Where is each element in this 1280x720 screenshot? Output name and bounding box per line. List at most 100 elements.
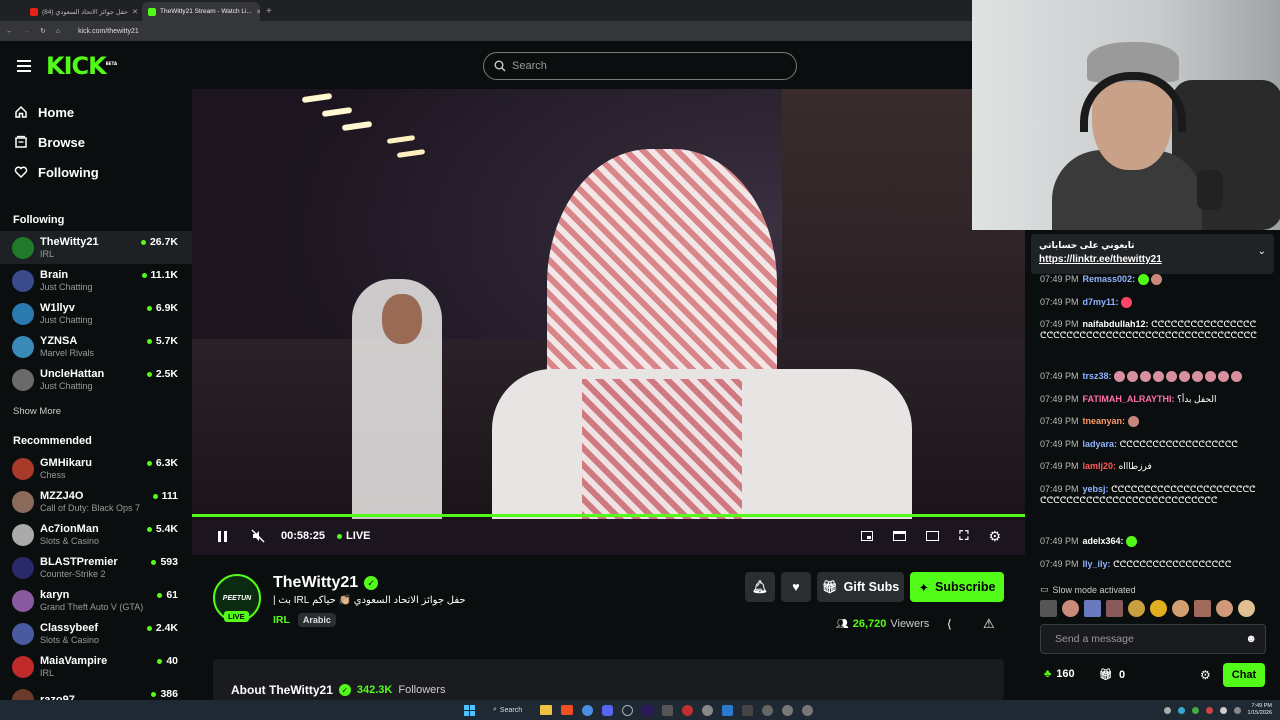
emote-icon[interactable] — [1040, 600, 1057, 617]
close-icon[interactable]: ✕ — [132, 8, 138, 16]
brave-icon[interactable] — [561, 704, 574, 715]
xbox-icon[interactable] — [662, 704, 674, 716]
sidebar-channel[interactable]: Ac7ionMan Slots & Casino 5.4K — [0, 518, 192, 551]
message-username[interactable]: naifabdullah12: — [1083, 319, 1149, 329]
message-username[interactable]: yebsj: — [1083, 484, 1109, 494]
chat-message[interactable]: 07:49 PM tneanyan: — [1040, 416, 1262, 428]
vscode-icon[interactable] — [722, 704, 734, 716]
message-username[interactable]: ladyara: — [1083, 439, 1118, 449]
tray-icon[interactable] — [1233, 706, 1241, 714]
emote-icon[interactable] — [1172, 600, 1189, 617]
chrome-icon[interactable] — [582, 704, 594, 716]
app-icon[interactable] — [762, 704, 774, 716]
browser-tab-kick[interactable]: TheWitty21 Stream - Watch Li... ✕ — [142, 2, 260, 21]
category-link[interactable]: IRL — [273, 614, 290, 626]
steam-icon[interactable] — [622, 704, 634, 716]
report-icon[interactable]: ⚠ — [983, 616, 995, 632]
subscribe-button[interactable]: ✦ Subscribe — [910, 572, 1004, 602]
sidebar-channel[interactable]: Brain Just Chatting 11.1K — [0, 264, 192, 297]
message-username[interactable]: tneanyan: — [1083, 416, 1126, 426]
tray-icon[interactable] — [1163, 706, 1171, 714]
sidebar-channel[interactable]: karyn Grand Theft Auto V (GTA) 61 — [0, 584, 192, 617]
sidebar-channel[interactable]: MaiaVampire IRL 40 — [0, 650, 192, 683]
fullscreen-icon[interactable]: ⛶ — [959, 528, 968, 544]
sidebar-channel[interactable]: razo97 386 — [0, 683, 192, 700]
new-tab-icon[interactable]: + — [266, 6, 272, 17]
taskbar-search[interactable]: ⌕ Search — [493, 706, 522, 714]
pause-icon[interactable] — [218, 530, 227, 542]
mini-player-icon[interactable] — [893, 531, 907, 541]
message-username[interactable]: adelx364: — [1083, 536, 1124, 546]
tray-icon[interactable] — [1177, 706, 1185, 714]
menu-icon[interactable] — [17, 60, 31, 72]
show-more-button[interactable]: Show More — [0, 400, 192, 422]
kick-logo[interactable]: KICKBETA — [46, 52, 117, 80]
close-icon[interactable]: ✕ — [256, 8, 260, 16]
mute-icon[interactable] — [251, 529, 265, 543]
app-icon[interactable] — [742, 704, 754, 716]
chat-settings-icon[interactable]: ⚙ — [1200, 668, 1211, 682]
emote-icon[interactable] — [1238, 600, 1255, 617]
sidebar-channel[interactable]: Classybeef Slots & Casino 2.4K — [0, 617, 192, 650]
search-input[interactable]: Search — [483, 52, 797, 80]
emote-icon[interactable] — [1062, 600, 1079, 617]
picture-in-picture-icon[interactable] — [861, 531, 874, 541]
language-tag[interactable]: Arabic — [297, 613, 336, 627]
url-field[interactable]: kick.com/thewitty21 — [78, 28, 139, 35]
windows-start-icon[interactable] — [464, 704, 475, 716]
follow-button[interactable]: ♥ — [781, 572, 811, 602]
sidebar-channel[interactable]: GMHikaru Chess 6.3K — [0, 452, 192, 485]
channel-name[interactable]: TheWitty21 ✓ — [273, 574, 379, 592]
chat-message[interactable]: 07:49 PM naifabdullah12: ᕦᕦᕦᕦᕦᕦᕦᕦᕦᕦᕦᕦᕦᕦᕦᕦ… — [1040, 319, 1262, 341]
app-icon[interactable] — [802, 704, 814, 716]
emote-icon[interactable] — [1106, 600, 1123, 617]
tray-icon[interactable] — [1219, 706, 1227, 714]
gift-subs-button[interactable]: 🎁︎ Gift Subs — [817, 572, 904, 602]
clock[interactable]: 7:49 PM 1/15/2026 — [1248, 703, 1272, 717]
app-icon[interactable] — [702, 704, 714, 716]
sidebar-item-following[interactable]: Following — [0, 157, 192, 187]
settings-icon[interactable]: ⚙ — [988, 528, 1001, 545]
premiere-icon[interactable] — [642, 704, 654, 716]
chat-message[interactable]: 07:49 PM trsz38: — [1040, 371, 1262, 383]
video-player[interactable]: 00:58:25 LIVE ⛶ ⚙ — [192, 89, 1025, 555]
emote-icon[interactable] — [1084, 600, 1101, 617]
app-icon[interactable] — [782, 704, 794, 716]
pinned-message[interactable]: تابعوني على حساباتي https://linktr.ee/th… — [1031, 234, 1274, 274]
message-username[interactable]: trsz38: — [1083, 371, 1112, 381]
emote-icon[interactable] — [1194, 600, 1211, 617]
app-icon[interactable] — [682, 704, 694, 716]
browser-tab-youtube[interactable]: (84) حفل جوائز الاتحاد السعودي ✕ — [24, 2, 142, 21]
chat-message[interactable]: 07:49 PM ladyara: ᕦᕦᕦᕦᕦᕦᕦᕦᕦᕦᕦᕦᕦᕦᕦᕦᕦᕦ — [1040, 439, 1262, 450]
points-display[interactable]: ♣ 160 — [1044, 668, 1075, 680]
chat-message[interactable]: 07:49 PM Remass002: — [1040, 274, 1262, 286]
chat-message[interactable]: 07:49 PM lly_ily: ᕦᕦᕦᕦᕦᕦᕦᕦᕦᕦᕦᕦᕦᕦᕦᕦᕦᕦ — [1040, 559, 1262, 570]
notifications-button[interactable]: 🔔︎ — [745, 572, 775, 602]
file-explorer-icon[interactable] — [540, 704, 553, 715]
discord-icon[interactable] — [602, 704, 614, 716]
tray-icon[interactable] — [1191, 706, 1199, 714]
theater-mode-icon[interactable] — [926, 531, 940, 541]
chat-send-button[interactable]: Chat — [1223, 663, 1265, 687]
message-username[interactable]: lamlj20: — [1083, 461, 1117, 471]
emote-icon[interactable] — [1150, 600, 1167, 617]
chat-message[interactable]: 07:49 PM d7my11: — [1040, 297, 1262, 309]
emote-icon[interactable] — [1128, 600, 1145, 617]
reload-icon[interactable]: ↻ — [40, 27, 46, 35]
sidebar-item-home[interactable]: Home — [0, 97, 192, 127]
home-browser-icon[interactable]: ⌂ — [56, 28, 60, 35]
chat-input[interactable]: Send a message ☻ — [1040, 624, 1266, 654]
message-username[interactable]: d7my11: — [1083, 297, 1119, 307]
emoji-icon[interactable]: ☻ — [1245, 633, 1257, 645]
sidebar-channel[interactable]: UncleHattan Just Chatting 2.5K — [0, 363, 192, 396]
sidebar-channel[interactable]: MZZJ4O Call of Duty: Black Ops 7 111 — [0, 485, 192, 518]
share-icon[interactable]: ⟨ — [947, 617, 952, 631]
sidebar-channel[interactable]: W1llyv Just Chatting 6.9K — [0, 297, 192, 330]
chat-message[interactable]: 07:49 PM yebsj: ᕦᕦᕦᕦᕦᕦᕦᕦᕦᕦᕦᕦᕦᕦᕦᕦᕦᕦᕦᕦᕦᕦᕦᕦᕦ… — [1040, 484, 1262, 506]
message-username[interactable]: Remass002: — [1083, 274, 1136, 284]
gifts-display[interactable]: 🎁︎ 0 — [1099, 668, 1125, 682]
tray-icon[interactable] — [1205, 706, 1213, 714]
pinned-link[interactable]: https://linktr.ee/thewitty21 — [1039, 254, 1266, 265]
sidebar-channel[interactable]: BLASTPremier Counter-Strike 2 593 — [0, 551, 192, 584]
sidebar-item-browse[interactable]: Browse — [0, 127, 192, 157]
